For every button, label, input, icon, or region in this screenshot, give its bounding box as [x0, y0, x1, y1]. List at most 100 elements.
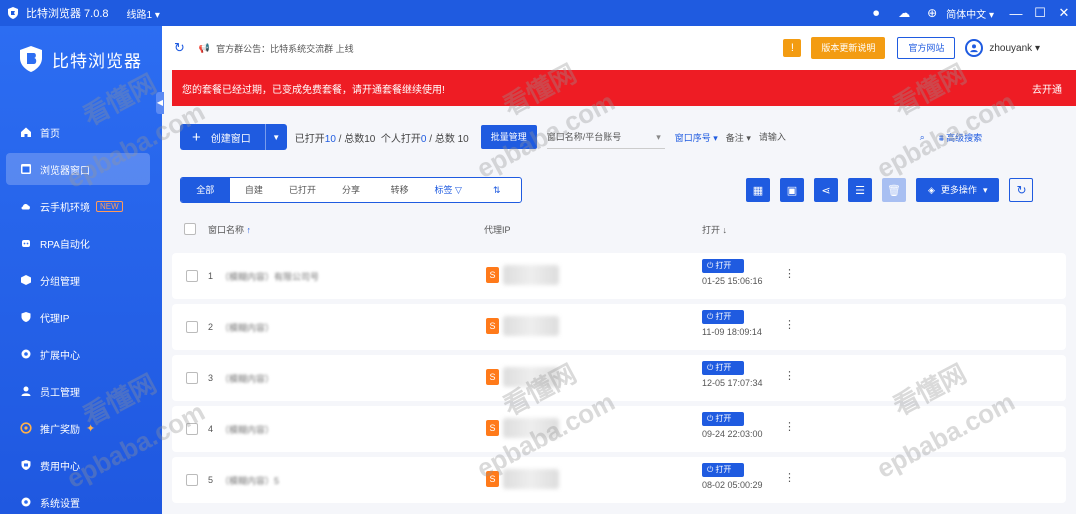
language-select[interactable]: 简体中文 ▾ [946, 6, 994, 21]
open-button[interactable]: ⏻ 打开 [702, 361, 744, 375]
warning-icon[interactable]: ! [783, 39, 802, 57]
filter-tabs: 全部 自建 已打开 分享 转移 标签 ▽ ⇅ [180, 177, 522, 203]
toggle-icon[interactable]: ⏺ [869, 6, 883, 20]
line-select[interactable]: 线路1 ▾ [127, 6, 160, 21]
sidebar-item-home[interactable]: 首页 [6, 116, 150, 148]
tab-opened[interactable]: 已打开 [278, 178, 327, 202]
minimize-button[interactable]: — [1004, 6, 1028, 21]
sidebar-collapse-button[interactable]: ◀ [156, 92, 164, 114]
globe-icon: ⊕ [927, 6, 938, 20]
sort-icon[interactable]: ⇅ [472, 178, 521, 202]
sidebar-item-label: RPA自动化 [40, 239, 90, 251]
row-checkbox[interactable] [186, 423, 198, 437]
row-checkbox[interactable] [186, 270, 198, 284]
trash-icon[interactable]: 🗑 [882, 178, 906, 202]
table-header: 窗口名称 ↑ 代理IP 打开 ↓ [172, 214, 1076, 244]
gift-icon [20, 422, 32, 434]
sidebar-item-browser-windows[interactable]: 浏览器窗口 [6, 153, 150, 185]
open-button-label: 打开 [715, 261, 732, 270]
row-more-icon[interactable]: ⋮ [784, 420, 795, 433]
sidebar-item-groups[interactable]: 分组管理 [6, 264, 150, 296]
app-logo-icon [8, 7, 18, 19]
sidebar-item-label: 推广奖励 [40, 424, 80, 436]
username-menu[interactable]: zhouyank ▾ [989, 43, 1040, 54]
open-button[interactable]: ⏻ 打开 [702, 463, 744, 477]
expired-banner: 您的套餐已经过期，已变成免费套餐，请开通套餐继续使用! 去开通 [172, 70, 1076, 106]
new-badge: NEW [96, 200, 123, 212]
table-row: 3 （模糊内容） S ⏻ 打开 12-05 17:07:34 ⋮ [172, 355, 1066, 401]
list-icon[interactable]: ☰ [848, 178, 872, 202]
robot-icon [20, 237, 32, 249]
sidebar-item-settings[interactable]: 系统设置 [6, 486, 150, 514]
proxy-type-icon: S [486, 420, 499, 436]
tab-transferred[interactable]: 转移 [375, 178, 424, 202]
upgrade-notes-button[interactable]: 版本更新说明 [811, 37, 886, 59]
sidebar-item-rpa[interactable]: RPA自动化 [6, 227, 150, 259]
open-button[interactable]: ⏻ 打开 [702, 412, 744, 426]
shield-icon [20, 311, 32, 323]
sidebar-item-cloud-phone[interactable]: 云手机环境 NEW [6, 190, 150, 222]
share-icon[interactable]: ⋖ [814, 178, 838, 202]
network-icon[interactable]: ☁ [897, 6, 911, 20]
search-input[interactable]: 请输入 ⌕ [759, 125, 929, 149]
batch-manage-button[interactable]: 批量管理 [480, 125, 537, 149]
search-icon[interactable]: ⌕ [920, 125, 925, 149]
row-checkbox[interactable] [186, 372, 198, 386]
proxy-type-icon: S [486, 267, 499, 283]
create-window-button[interactable]: + 创建窗口 ▼ [180, 124, 287, 150]
col-window-name[interactable]: 窗口名称 ↑ [208, 223, 251, 236]
note-filter[interactable]: 备注 ▾ [726, 131, 751, 144]
avatar[interactable] [965, 39, 984, 57]
row-more-icon[interactable]: ⋮ [784, 369, 795, 382]
open-button[interactable]: ⏻ 打开 [702, 259, 744, 273]
tab-all[interactable]: 全部 [181, 178, 230, 202]
sidebar-item-billing[interactable]: 费用中心 [6, 449, 150, 481]
window-index-filter[interactable]: 窗口序号 ▾ [675, 131, 718, 144]
row-index: 2 [208, 322, 214, 332]
open-button[interactable]: ⏻ 打开 [702, 310, 744, 324]
renew-link[interactable]: 去开通 [1032, 81, 1062, 96]
table-row: 4 （模糊内容） S ⏻ 打开 09-24 22:03:00 ⋮ [172, 406, 1066, 452]
row-proxy: S [486, 469, 559, 489]
search-placeholder: 请输入 [758, 132, 786, 142]
proxy-type-icon: S [486, 369, 499, 385]
row-more-icon[interactable]: ⋮ [784, 267, 795, 280]
stats-mine-label: 个人打开 [380, 133, 421, 145]
close-button[interactable]: ✕ [1052, 5, 1076, 21]
row-more-icon[interactable]: ⋮ [784, 471, 795, 484]
brand-logo-icon [20, 46, 42, 72]
row-window-name: （模糊内容）5 [220, 476, 280, 486]
sparkle-icon: ✦ [86, 422, 96, 435]
tab-self[interactable]: 自建 [230, 178, 279, 202]
row-more-icon[interactable]: ⋮ [784, 318, 795, 331]
sidebar-item-staff[interactable]: 员工管理 [6, 375, 150, 407]
advanced-search-link[interactable]: ⩩ 高级搜索 [939, 131, 982, 144]
row-open: ⏻ 打开 12-05 17:07:34 [702, 361, 763, 388]
notice-text: 官方群公告：比特系统交流群 上线 [216, 43, 354, 54]
chevron-down-icon[interactable]: ▼ [264, 124, 287, 150]
row-checkbox[interactable] [186, 321, 198, 335]
proxy-address-blurred [503, 418, 559, 438]
sidebar-item-referral[interactable]: 推广奖励 ✦ [6, 412, 150, 444]
reload-icon[interactable]: ↻ [1009, 178, 1034, 202]
sidebar-item-proxy[interactable]: 代理IP [6, 301, 150, 333]
col-proxy: 代理IP [484, 225, 511, 235]
select-all-checkbox[interactable] [184, 223, 196, 237]
save-icon[interactable]: ▣ [780, 178, 804, 202]
windows-grid-icon[interactable]: ▦ [746, 178, 770, 202]
col-open[interactable]: 打开 ↓ [702, 223, 727, 236]
row-checkbox[interactable] [186, 474, 198, 488]
sidebar-item-extensions[interactable]: 扩展中心 [6, 338, 150, 370]
maximize-button[interactable]: ☐ [1028, 5, 1052, 21]
tab-shared[interactable]: 分享 [327, 178, 376, 202]
power-icon: ⏻ [707, 312, 714, 321]
tab-tags[interactable]: 标签 ▽ [424, 178, 473, 202]
stats-total-label: / 总数 [338, 133, 365, 145]
row-open: ⏻ 打开 08-02 05:00:29 [702, 463, 763, 490]
refresh-icon[interactable]: ↻ [174, 40, 185, 56]
more-actions-button[interactable]: ◈ 更多操作 ▾ [916, 178, 1000, 202]
home-icon [20, 126, 32, 138]
window-name-select[interactable]: 窗口名称/平台账号 [546, 125, 665, 149]
notice-bar[interactable]: 📢 官方群公告：比特系统交流群 上线 [199, 42, 354, 55]
official-site-button[interactable]: 官方网站 [897, 37, 956, 59]
